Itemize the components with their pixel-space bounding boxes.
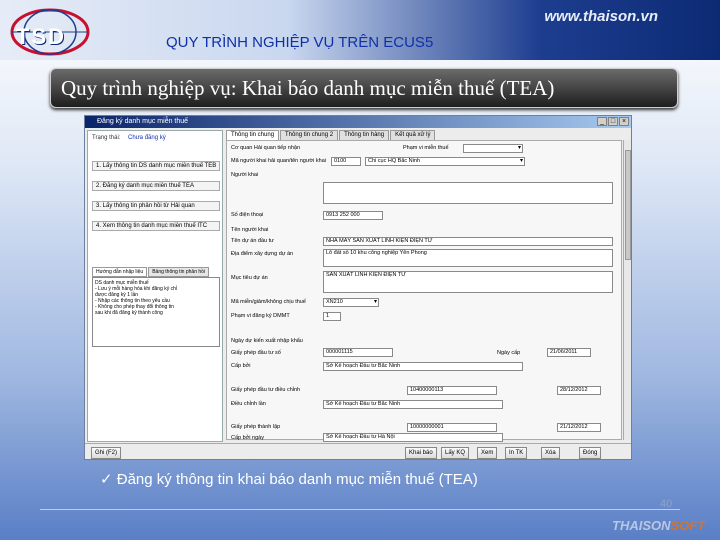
brand-main: THAISON <box>612 518 671 533</box>
field-label: Mã miễn/giảm/không chịu thuế <box>231 299 306 305</box>
project-goal-input[interactable]: SẢN XUẤT LINH KIỆN ĐIỆN TỬ <box>323 271 613 293</box>
subtitle-bar: Quy trình nghiệp vụ: Khai báo danh mục m… <box>50 68 678 108</box>
establishment-license-input[interactable]: 10000000001 <box>407 423 497 432</box>
minimize-icon[interactable]: _ <box>597 117 607 126</box>
exemption-code-select[interactable]: XN210 <box>323 298 379 307</box>
declare-button[interactable]: Khai báo <box>405 447 437 459</box>
field-label: Cấp bởi <box>231 363 251 369</box>
field-label: Giấy phép đầu tư điều chỉnh <box>231 387 301 393</box>
page-number: 40 <box>660 498 673 510</box>
slide-title: Quy trình nghiệp vụ: Khai báo danh mục m… <box>61 76 555 100</box>
date-label: Ngày cấp <box>497 350 521 356</box>
step-button-4[interactable]: 4. Xem thông tin danh mục miễn thuế ITC <box>92 221 220 231</box>
project-location-input[interactable]: Lô đất số 10 khu công nghiệp Yên Phong <box>323 249 613 267</box>
project-name-input[interactable]: NHÀ MÁY SẢN XUẤT LINH KIỆN ĐIỆN TỬ <box>323 237 613 246</box>
tab-help[interactable]: Hướng dẫn nhập liệu <box>92 267 148 277</box>
declarant-address-input[interactable] <box>323 182 613 204</box>
field-label: Phạm vi đăng ký DMMT <box>231 313 290 319</box>
declarant-code-input[interactable]: 0100 <box>331 157 361 166</box>
declaration-form: Cơ quan Hải quan tiếp nhận Phạm vi miễn … <box>226 140 622 442</box>
field-label: Địa điểm xây dựng dự án <box>231 251 294 257</box>
tab-response[interactable]: Bảng thông tin phản hồi <box>148 267 210 277</box>
scope-label: Phạm vi miễn thuế <box>403 145 449 151</box>
field-label: Người khai <box>231 172 259 178</box>
scope-input[interactable]: 1 <box>323 312 341 321</box>
step-button-1[interactable]: 1. Lấy thông tin DS danh mục miễn thuế T… <box>92 161 220 171</box>
step-button-2[interactable]: 2. Đăng ký danh mục miễn thuế TEA <box>92 181 220 191</box>
field-label: Cấp bởi ngày <box>231 435 264 441</box>
field-label: Tên người khai <box>231 227 269 233</box>
brand-accent: SOFT <box>670 518 706 533</box>
footer-divider <box>40 509 680 510</box>
print-button[interactable]: In TK <box>505 447 528 459</box>
caption: ✓ Đăng ký thông tin khai báo danh mục mi… <box>100 470 478 488</box>
help-line: sau khi đã đăng ký thành công <box>95 310 163 316</box>
customs-office-select[interactable] <box>463 144 523 153</box>
establishment-issued-by-input[interactable]: Sở Kế hoạch Đầu tư Hà Nội <box>323 433 503 442</box>
window-titlebar: Đăng ký danh mục miễn thuế _ □ × <box>85 116 631 128</box>
logo-text: TSD <box>16 24 66 49</box>
field-label: Cơ quan Hải quan tiếp nhận <box>231 145 301 151</box>
app-screenshot: Đăng ký danh mục miễn thuế _ □ × Trạng t… <box>84 115 632 460</box>
status-label: Trạng thái: <box>92 135 121 141</box>
window-title: Đăng ký danh mục miễn thuế <box>97 118 189 125</box>
delete-button[interactable]: Xóa <box>541 447 560 459</box>
investment-license-input[interactable]: 000001115 <box>323 348 393 357</box>
view-button[interactable]: Xem <box>477 447 498 459</box>
phone-input[interactable]: 0913 252 000 <box>323 211 383 220</box>
brand-url: www.thaison.vn <box>544 8 658 25</box>
left-pane: Trạng thái: Chưa đăng ký 1. Lấy thông ti… <box>87 130 223 442</box>
save-button[interactable]: Ghi (F2) <box>91 447 122 459</box>
field-label: Ngày dự kiến xuất nhập khẩu <box>231 338 303 344</box>
step-button-3[interactable]: 3. Lấy thông tin phản hồi từ Hải quan <box>92 201 220 211</box>
help-textbox: DS danh mục miễn thuế - Lưu ý mỗi hàng h… <box>92 277 220 347</box>
field-label: Tên dự án đầu tư <box>231 238 274 244</box>
checkmark-icon: ✓ <box>100 471 117 488</box>
scrollbar-thumb[interactable] <box>625 150 631 260</box>
caption-text: Đăng ký thông tin khai báo danh mục miễn… <box>116 471 478 488</box>
field-label: Giấy phép thành lập <box>231 424 281 430</box>
field-label: Giấy phép đầu tư số <box>231 350 281 356</box>
issued-by-input[interactable]: Sở Kế hoạch Đầu tư Bắc Ninh <box>323 362 523 371</box>
get-result-button[interactable]: Lấy KQ <box>441 447 470 459</box>
amended-license-input[interactable]: 10400000113 <box>407 386 497 395</box>
date-input-1[interactable]: 21/06/2011 <box>547 348 591 357</box>
field-label: Số điện thoại <box>231 212 264 218</box>
status-value: Chưa đăng ký <box>128 135 166 141</box>
close-button[interactable]: Đóng <box>579 447 602 459</box>
amended-issued-by-input[interactable]: Sở Kế hoạch Đầu tư Bắc Ninh <box>323 400 503 409</box>
field-label: Mã người khai hải quan/tên người khai <box>231 158 326 164</box>
footer-brand: THAISONSOFT <box>612 518 705 533</box>
close-icon[interactable]: × <box>619 117 629 126</box>
date-input-2[interactable]: 28/12/2012 <box>557 386 601 395</box>
form-scrollbar[interactable] <box>623 140 631 440</box>
maximize-icon[interactable]: □ <box>608 117 618 126</box>
field-label: Điều chỉnh lần <box>231 401 266 407</box>
header-title: QUY TRÌNH NGHIỆP VỤ TRÊN ECUS5 <box>166 34 434 51</box>
customs-branch-select[interactable]: Chi cục HQ Bắc Ninh <box>365 157 525 166</box>
date-input-3[interactable]: 21/12/2012 <box>557 423 601 432</box>
field-label: Mục tiêu dự án <box>231 275 268 281</box>
bottom-toolbar: Ghi (F2) Khai báo Lấy KQ Xem In TK Xóa Đ… <box>85 443 631 459</box>
